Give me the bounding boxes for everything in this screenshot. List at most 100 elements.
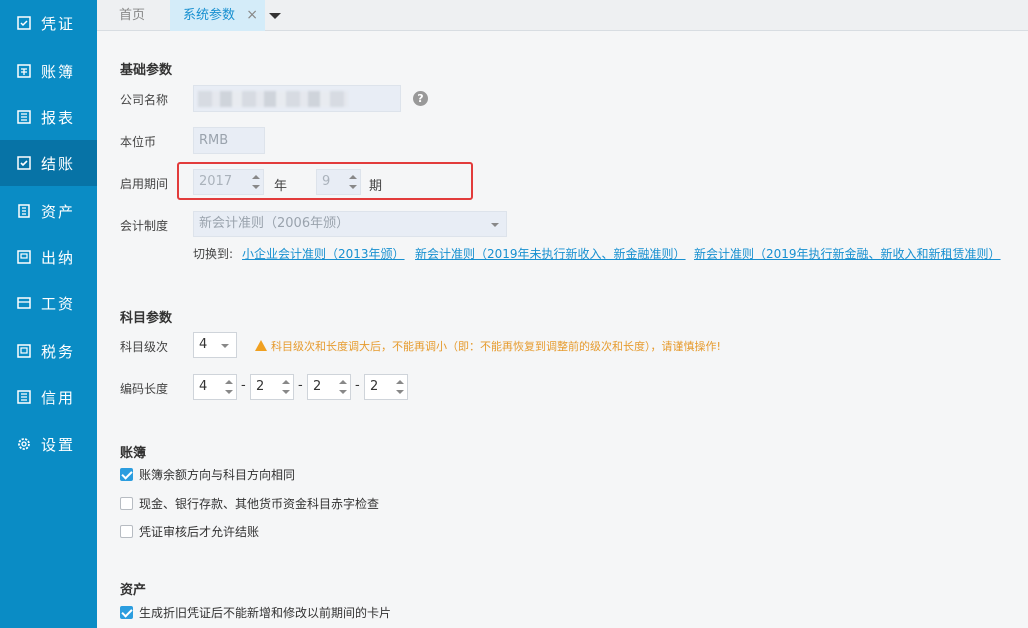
company-name-redacted <box>198 91 348 107</box>
switch-link-2019-without[interactable]: 新会计准则（2019年未执行新收入、新金融准则） <box>415 245 686 262</box>
code-length-value: 2 <box>370 379 379 394</box>
code-length-level-4[interactable]: 2 <box>364 374 408 400</box>
currency-field: RMB <box>193 127 265 154</box>
code-separator: - <box>241 378 246 393</box>
chevron-down-icon <box>221 344 229 348</box>
ledger-option-same-direction[interactable]: 账簿余额方向与科目方向相同 <box>120 466 295 483</box>
sidebar-item-label: 报表 <box>41 108 76 127</box>
tab-label: 系统参数 <box>183 8 236 23</box>
help-icon[interactable]: ? <box>413 91 428 106</box>
ledger-icon <box>17 64 31 78</box>
switch-link-small-enterprise[interactable]: 小企业会计准则（2013年颁） <box>242 245 405 262</box>
start-year-value: 2017 <box>199 174 233 189</box>
checkbox-checked[interactable] <box>120 606 133 619</box>
ledger-option-review-before-close[interactable]: 凭证审核后才允许结账 <box>120 523 259 540</box>
stepper-buttons[interactable] <box>281 377 291 397</box>
sidebar-item-label: 凭证 <box>41 14 76 33</box>
sidebar-item-label: 设置 <box>41 435 76 454</box>
start-year-stepper[interactable]: 2017 <box>193 169 264 195</box>
sidebar-item-label: 账簿 <box>41 62 76 81</box>
subject-level-value: 4 <box>199 337 208 352</box>
code-length-level-2[interactable]: 2 <box>250 374 294 400</box>
stepper-buttons[interactable] <box>251 172 261 192</box>
asset-option-lock-cards[interactable]: 生成折旧凭证后不能新增和修改以前期间的卡片 <box>120 604 391 621</box>
sidebar-item-credit[interactable]: 信用 <box>0 374 97 420</box>
code-length-level-1[interactable]: 4 <box>193 374 237 400</box>
sidebar-item-label: 资产 <box>41 202 76 221</box>
sidebar-item-label: 结账 <box>41 154 76 173</box>
accounting-system-select[interactable]: 新会计准则（2006年颁） <box>193 211 507 237</box>
option-label: 账簿余额方向与科目方向相同 <box>139 468 296 482</box>
company-name-label: 公司名称 <box>120 93 169 107</box>
switch-link-2019-with[interactable]: 新会计准则（2019年执行新金融、新收入和新租赁准则） <box>694 245 1001 262</box>
stepper-buttons[interactable] <box>395 377 405 397</box>
gear-icon <box>18 438 30 450</box>
sidebar-item-label: 税务 <box>41 342 76 361</box>
stepper-buttons[interactable] <box>338 377 348 397</box>
code-length-level-3[interactable]: 2 <box>307 374 351 400</box>
company-name-field[interactable] <box>193 85 401 112</box>
option-label: 凭证审核后才允许结账 <box>139 525 260 539</box>
close-icon[interactable]: × <box>246 0 258 31</box>
sidebar-item-label: 出纳 <box>41 248 76 267</box>
option-label: 生成折旧凭证后不能新增和修改以前期间的卡片 <box>139 606 392 620</box>
warning-text: 科目级次和长度调大后，不能再调小（即：不能再恢复到调整前的级次和长度），请谨慎操… <box>271 340 721 353</box>
sidebar-item-ledger[interactable]: 账簿 <box>0 48 97 94</box>
sidebar-item-cashier[interactable]: 出纳 <box>0 234 97 280</box>
checkbox-unchecked[interactable] <box>120 497 133 510</box>
section-title-asset: 资产 <box>120 583 147 598</box>
tab-system-params[interactable]: 系统参数 × <box>170 0 265 31</box>
start-period-value: 9 <box>322 174 331 189</box>
code-length-value: 2 <box>256 379 265 394</box>
section-title-subject: 科目参数 <box>120 311 173 326</box>
sidebar-item-label: 信用 <box>41 388 76 407</box>
sidebar-item-voucher[interactable]: 凭证 <box>0 0 97 46</box>
code-separator: - <box>355 378 360 393</box>
section-title-basic: 基础参数 <box>120 63 173 78</box>
checkbox-checked[interactable] <box>120 468 133 481</box>
checkbox-unchecked[interactable] <box>120 525 133 538</box>
subject-warning: 科目级次和长度调大后，不能再调小（即：不能再恢复到调整前的级次和长度），请谨慎操… <box>255 338 721 354</box>
currency-label: 本位币 <box>120 135 157 149</box>
chevron-down-icon[interactable] <box>265 0 285 31</box>
accounting-system-value: 新会计准则（2006年颁） <box>199 216 350 231</box>
tab-bar: 首页 系统参数 × <box>97 0 1028 31</box>
stepper-buttons[interactable] <box>348 172 358 192</box>
code-length-value: 2 <box>313 379 322 394</box>
credit-icon <box>17 390 31 404</box>
voucher-icon <box>17 16 31 30</box>
sidebar-item-report[interactable]: 报表 <box>0 94 97 140</box>
code-separator: - <box>298 378 303 393</box>
sidebar-item-tax[interactable]: 税务 <box>0 328 97 374</box>
sidebar-item-label: 工资 <box>41 294 76 313</box>
sidebar-item-settings[interactable]: 设置 <box>0 421 97 467</box>
start-period-stepper[interactable]: 9 <box>316 169 361 195</box>
cashier-icon <box>17 250 31 264</box>
sidebar-item-checkout[interactable]: 结账 <box>0 140 97 186</box>
sidebar-item-asset[interactable]: 资产 <box>0 188 97 234</box>
tax-icon <box>17 344 31 358</box>
code-length-value: 4 <box>199 379 208 394</box>
section-title-ledger: 账簿 <box>120 446 147 461</box>
chevron-down-icon <box>491 223 499 227</box>
sidebar: 凭证 账簿 报表 结账 资产 出纳 工资 税务 信用 设置 <box>0 0 97 628</box>
option-label: 现金、银行存款、其他货币资金科目赤字检查 <box>139 497 380 511</box>
tab-home[interactable]: 首页 <box>97 0 167 31</box>
warning-icon <box>255 340 267 351</box>
accounting-system-label: 会计制度 <box>120 219 169 233</box>
year-unit: 年 <box>274 179 288 194</box>
main-content: 基础参数 公司名称 ? 本位币 RMB 启用期间 2017 年 9 期 会计制度… <box>97 32 1028 628</box>
subject-level-select[interactable]: 4 <box>193 332 237 358</box>
start-period-label: 启用期间 <box>120 177 169 191</box>
sidebar-item-salary[interactable]: 工资 <box>0 280 97 326</box>
subject-level-label: 科目级次 <box>120 340 169 354</box>
switch-to-label: 切换到: <box>193 247 234 261</box>
ledger-option-deficit-check[interactable]: 现金、银行存款、其他货币资金科目赤字检查 <box>120 495 379 512</box>
checkout-icon <box>17 156 31 170</box>
report-icon <box>17 110 31 124</box>
salary-icon <box>17 297 31 309</box>
code-length-label: 编码长度 <box>120 382 169 396</box>
asset-icon <box>18 204 30 218</box>
period-unit: 期 <box>369 179 383 194</box>
stepper-buttons[interactable] <box>224 377 234 397</box>
